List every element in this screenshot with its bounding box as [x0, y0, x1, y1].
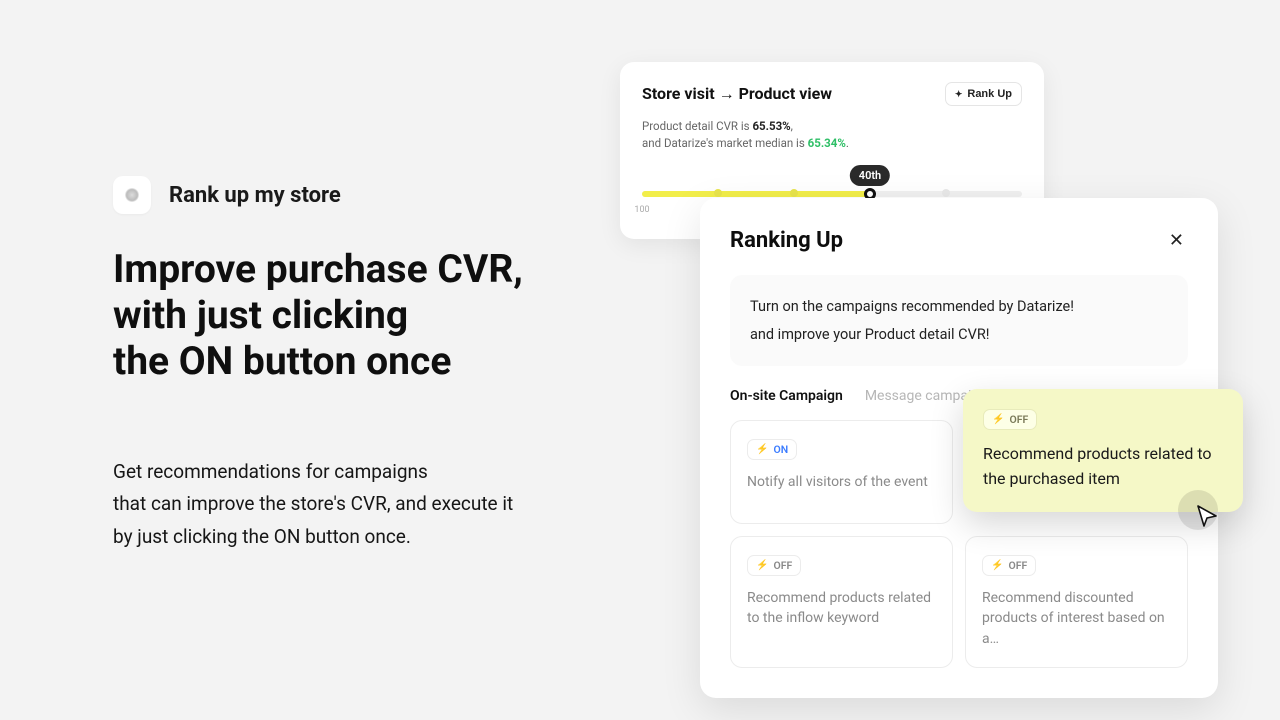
headline: Improve purchase CVR, with just clicking…	[113, 246, 573, 384]
campaign-tile[interactable]: ⚡ OFF Recommend products related to the …	[730, 536, 953, 668]
status-badge: ⚡ OFF	[983, 409, 1037, 430]
status-badge: ⚡ OFF	[982, 555, 1036, 576]
cvr-card-body: Product detail CVR is 65.53%, and Datari…	[642, 118, 1022, 153]
status-badge: ⚡ ON	[747, 439, 797, 460]
bolt-icon: ⚡	[991, 560, 1003, 571]
slider-fill	[642, 191, 870, 197]
slider-tick	[714, 189, 722, 197]
bolt-icon: ⚡	[756, 560, 768, 571]
campaign-tile-text: Recommend products related to the inflow…	[747, 588, 936, 629]
bolt-icon: ⚡	[756, 444, 768, 455]
rank-up-button[interactable]: ✦ Rank Up	[945, 82, 1022, 106]
campaign-tile-text: Notify all visitors of the event	[747, 472, 936, 492]
cursor-ripple	[1178, 490, 1218, 530]
brand-icon	[113, 176, 151, 214]
subcopy: Get recommendations for campaigns that c…	[113, 456, 573, 553]
bolt-icon: ⚡	[992, 414, 1004, 425]
ranking-up-title: Ranking Up	[730, 228, 843, 253]
slider-tick	[790, 189, 798, 197]
cvr-card-title: Store visit → Product view	[642, 84, 832, 104]
campaign-tile[interactable]: ⚡ ON Notify all visitors of the event	[730, 420, 953, 524]
ranking-up-banner: Turn on the campaigns recommended by Dat…	[730, 275, 1188, 366]
campaign-tile-text: Recommend discounted products of interes…	[982, 588, 1171, 649]
marketing-copy: Rank up my store Improve purchase CVR, w…	[113, 176, 573, 553]
brand-title: Rank up my store	[169, 183, 341, 208]
sparkle-icon: ✦	[955, 89, 963, 100]
slider-tooltip: 40th	[850, 165, 890, 186]
slider-tick	[942, 189, 950, 197]
tab-onsite[interactable]: On-site Campaign	[730, 388, 843, 404]
campaign-tile-text: Recommend products related to the purcha…	[983, 442, 1223, 492]
slider-tick-label: 100	[634, 205, 649, 215]
campaign-tile[interactable]: ⚡ OFF Recommend discounted products of i…	[965, 536, 1188, 668]
rank-up-button-label: Rank Up	[967, 88, 1012, 100]
status-badge: ⚡ OFF	[747, 555, 801, 576]
close-icon[interactable]: ✕	[1165, 226, 1188, 255]
